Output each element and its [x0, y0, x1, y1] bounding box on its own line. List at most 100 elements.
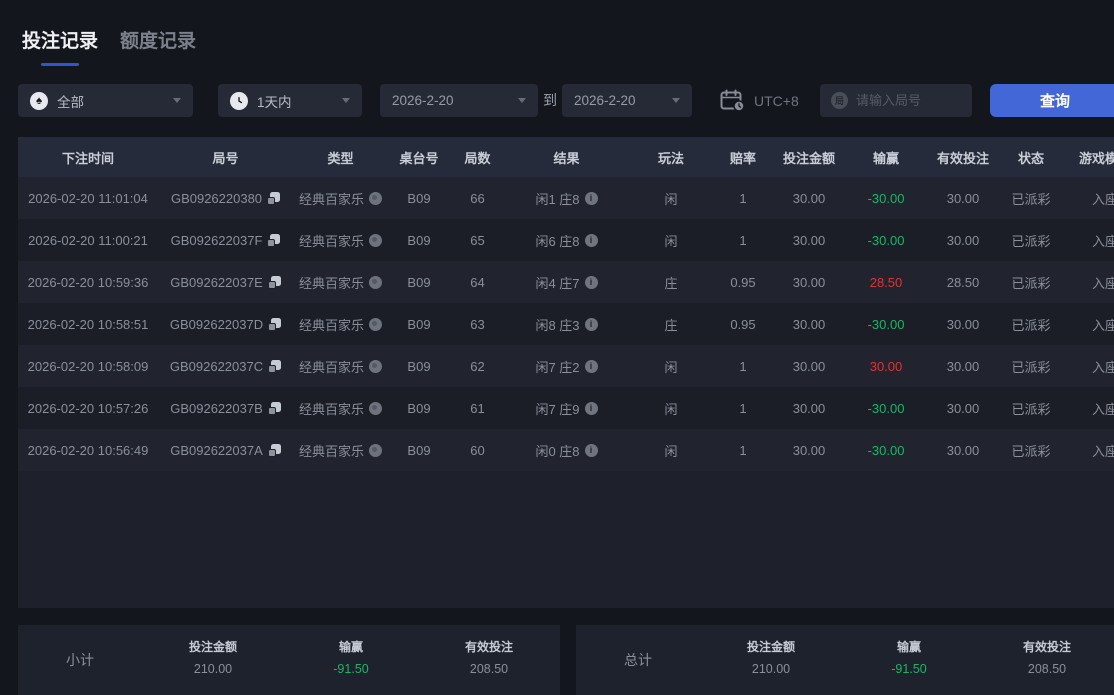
stat-label: 投注金额	[188, 640, 238, 654]
game-type-text: 经典百家乐	[298, 233, 364, 249]
copy-icon[interactable]	[267, 233, 281, 247]
table-row: 2026-02-20 11:00:21 GB092622037F 经典百家乐 B09 6…	[18, 219, 1114, 261]
cell-round-no: 66	[450, 191, 505, 206]
cell-win-loss: -30.00	[846, 317, 926, 332]
play-text: 庄	[664, 275, 678, 291]
cell-play: 庄	[628, 273, 714, 292]
calendar-clock-icon[interactable]	[720, 89, 745, 112]
info-icon[interactable]: i	[584, 233, 598, 247]
round-no-text: 63	[470, 316, 485, 332]
cell-win-loss: -30.00	[846, 191, 926, 206]
cell-result: 闲8 庄3 i	[505, 315, 628, 334]
total-stat-1: 输赢 -91.50	[891, 638, 926, 676]
game-type-text: 经典百家乐	[298, 191, 364, 207]
bet-time-text: 2026-02-20 11:01:04	[28, 190, 148, 206]
play-text: 闲	[664, 359, 678, 375]
game-type-icon	[369, 275, 382, 289]
stat-value: -91.50	[891, 662, 927, 676]
date-to-select[interactable]: 2026-2-20	[562, 84, 692, 117]
cell-odds: 1	[714, 191, 772, 206]
cell-win-loss: -30.00	[846, 401, 926, 416]
bet-amount-text: 30.00	[792, 190, 826, 206]
result-text: 闲6 庄8	[535, 233, 580, 249]
game-type-icon	[369, 191, 382, 205]
cell-bet-time: 2026-02-20 10:58:09	[18, 359, 158, 374]
result-text: 闲4 庄7	[535, 275, 580, 291]
cell-play: 闲	[628, 189, 714, 208]
play-text: 闲	[664, 443, 678, 459]
cell-valid-bet: 30.00	[926, 233, 1000, 248]
column-header-12: 游戏模式	[1078, 150, 1114, 166]
valid-bet-text: 30.00	[946, 232, 980, 248]
column-header-11: 状态	[1017, 150, 1044, 166]
cell-round-id: GB092622037B	[158, 401, 293, 416]
round-number-input[interactable]	[820, 84, 972, 117]
cell-game-type: 经典百家乐	[293, 315, 388, 334]
copy-icon[interactable]	[267, 191, 281, 205]
bet-time-text: 2026-02-20 10:58:09	[27, 358, 149, 374]
subtotal-panel: 小计 投注金额 210.00 输赢 -91.50 有效投注 208.50	[18, 625, 560, 695]
column-header-10: 有效投注	[936, 150, 989, 166]
round-id-text: GB092622037F	[170, 232, 263, 248]
bet-amount-text: 30.00	[792, 442, 826, 458]
table-header-row: 下注时间 局号 类型 桌台号 局数 结果 玩法 赔率 投注金额 输赢 有效投注 状态 游戏模式	[18, 137, 1114, 177]
copy-icon[interactable]	[268, 359, 282, 373]
table-no-text: B09	[407, 232, 431, 248]
game-type-icon	[369, 401, 382, 415]
cell-round-no: 61	[450, 401, 505, 416]
info-icon[interactable]: i	[584, 275, 598, 289]
info-icon[interactable]: i	[584, 191, 598, 205]
cell-valid-bet: 28.50	[926, 275, 1000, 290]
game-mode-text: 入座	[1091, 191, 1114, 207]
cell-bet-time: 2026-02-20 11:00:21	[18, 233, 158, 248]
play-text: 庄	[664, 317, 678, 333]
cell-play: 闲	[628, 357, 714, 376]
copy-icon[interactable]	[267, 401, 281, 415]
tab-bet-records[interactable]: 投注记录	[22, 26, 98, 66]
info-icon[interactable]: i	[584, 359, 598, 373]
round-no-text: 65	[470, 232, 485, 248]
cell-round-no: 63	[450, 317, 505, 332]
status-text: 已派彩	[1011, 401, 1051, 417]
game-type-icon	[369, 233, 382, 247]
valid-bet-text: 30.00	[946, 190, 980, 206]
game-type-select[interactable]: ♠ 全部	[18, 84, 193, 117]
copy-icon[interactable]	[267, 443, 281, 457]
bet-amount-text: 30.00	[792, 232, 826, 248]
cell-round-id: GB0926220380	[158, 191, 293, 206]
table-row: 2026-02-20 10:58:09 GB092622037C 经典百家乐 B09 6…	[18, 345, 1114, 387]
query-button[interactable]: 查询	[990, 84, 1114, 117]
cell-round-id: GB092622037E	[158, 275, 293, 290]
cell-status: 已派彩	[1000, 315, 1062, 334]
tab-quota-records[interactable]: 额度记录	[120, 26, 196, 66]
cell-round-no: 64	[450, 275, 505, 290]
cell-table-no: B09	[388, 443, 450, 458]
date-to-value: 2026-2-20	[574, 93, 636, 108]
result-text: 闲1 庄8	[535, 191, 580, 207]
cell-bet-time: 2026-02-20 10:58:51	[18, 317, 158, 332]
cell-valid-bet: 30.00	[926, 443, 1000, 458]
status-text: 已派彩	[1011, 443, 1051, 459]
time-range-select[interactable]: 1天内	[218, 84, 362, 117]
copy-icon[interactable]	[268, 317, 282, 331]
table-row: 2026-02-20 10:58:51 GB092622037D 经典百家乐 B09 6…	[18, 303, 1114, 345]
table-no-text: B09	[407, 316, 431, 332]
info-icon[interactable]: i	[584, 317, 598, 331]
status-text: 已派彩	[1011, 233, 1051, 249]
valid-bet-text: 30.00	[946, 316, 980, 332]
cell-game-mode: 入座	[1062, 231, 1114, 250]
cell-result: 闲0 庄8 i	[505, 441, 628, 460]
table-row: 2026-02-20 10:57:26 GB092622037B 经典百家乐 B09 6…	[18, 387, 1114, 429]
round-no-text: 61	[470, 400, 485, 416]
cell-win-loss: 28.50	[846, 275, 926, 290]
bet-time-text: 2026-02-20 10:57:26	[27, 400, 149, 416]
info-icon[interactable]: i	[584, 401, 598, 415]
info-icon[interactable]: i	[584, 443, 598, 457]
cell-table-no: B09	[388, 359, 450, 374]
date-from-select[interactable]: 2026-2-20	[380, 84, 538, 117]
round-id-text: GB0926220380	[170, 190, 263, 206]
column-header-9: 输赢	[872, 150, 899, 166]
game-mode-text: 入座	[1091, 401, 1114, 417]
copy-icon[interactable]	[267, 275, 281, 289]
stat-value: -91.50	[333, 662, 369, 676]
